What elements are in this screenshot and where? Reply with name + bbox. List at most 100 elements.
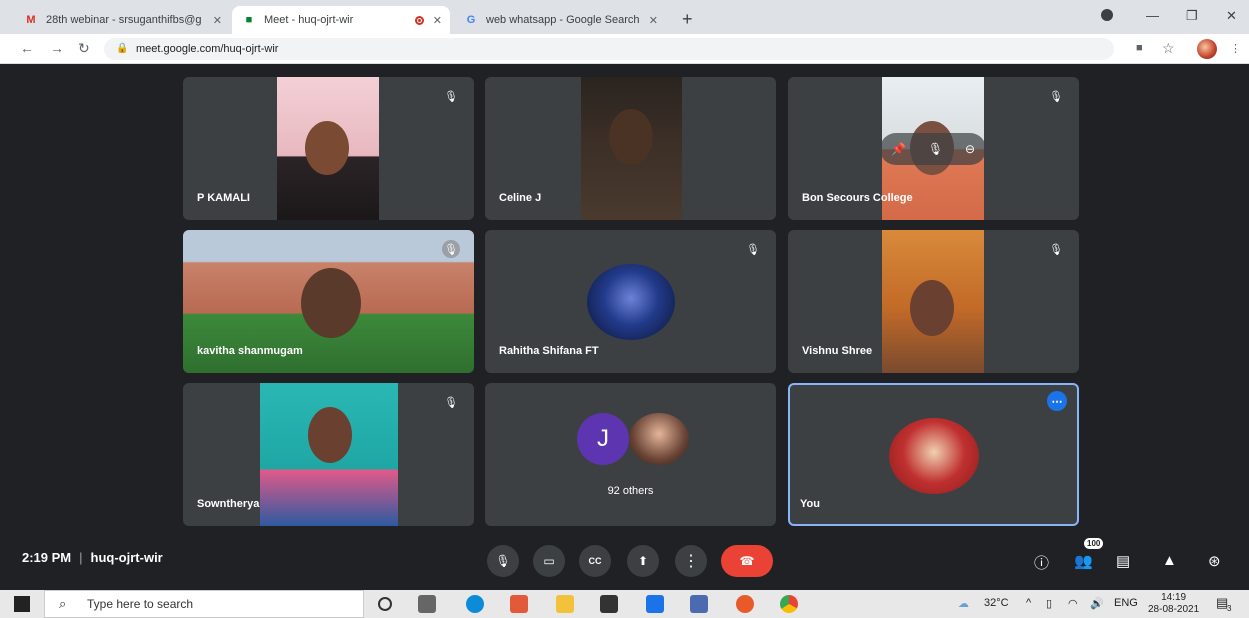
- weather-icon[interactable]: ☁: [958, 597, 969, 610]
- end-call-button[interactable]: ☎: [721, 545, 773, 577]
- mic-off-icon: 🎙: [444, 396, 458, 409]
- temperature[interactable]: 32°C: [984, 597, 1009, 609]
- participant-avatar: [629, 413, 689, 465]
- close-icon[interactable]: ✕: [433, 14, 442, 27]
- meeting-time: 2:19 PM: [22, 550, 72, 565]
- present-icon: ⬆: [637, 554, 649, 568]
- captions-button[interactable]: CC: [579, 545, 611, 577]
- clock-time: 14:19: [1161, 592, 1187, 603]
- tab-meet[interactable]: ■ Meet - huq-ojrt-wir ✕: [232, 6, 450, 34]
- participant-tile[interactable]: 🎙 Rahitha Shifana FT: [485, 230, 776, 373]
- search-placeholder: Type here to search: [87, 597, 194, 611]
- address-bar: ← → ↻ 🔒 meet.google.com/huq-ojrt-wir ■ ☆…: [0, 34, 1249, 64]
- google-icon: G: [466, 14, 476, 26]
- mic-off-icon: 🎙: [444, 90, 458, 103]
- participant-tile[interactable]: 📌 🎙 ⊖ 🎙 Bon Secours College: [788, 77, 1079, 220]
- mic-off-icon: 🎙: [442, 240, 460, 258]
- url-field[interactable]: 🔒 meet.google.com/huq-ojrt-wir: [104, 38, 1114, 60]
- cortana-icon[interactable]: [378, 597, 392, 611]
- camera-icon[interactable]: ■: [1136, 42, 1143, 54]
- browser-tab-bar: M 28th webinar - srsuganthifbs@g ✕ ■ Mee…: [0, 0, 1249, 34]
- camera-button[interactable]: ▭: [533, 545, 565, 577]
- app-icon-2[interactable]: [690, 595, 708, 613]
- self-tile[interactable]: ⋯ You: [788, 383, 1079, 526]
- new-tab-icon[interactable]: +: [682, 9, 693, 30]
- close-icon[interactable]: ✕: [213, 14, 222, 27]
- tab-google-search[interactable]: G web whatsapp - Google Search ✕: [454, 6, 670, 34]
- participant-tile[interactable]: Celine J: [485, 77, 776, 220]
- face-shape: [305, 121, 349, 175]
- face-shape: [308, 407, 352, 463]
- meeting-details-icon[interactable]: ⓘ: [1034, 552, 1049, 573]
- activities-icon[interactable]: ▲: [1162, 552, 1177, 569]
- mail-icon[interactable]: [646, 595, 664, 613]
- participant-count-badge: 100: [1084, 538, 1104, 549]
- url-text: meet.google.com/huq-ojrt-wir: [136, 43, 279, 55]
- profile-avatar[interactable]: [1197, 39, 1217, 59]
- tab-gmail[interactable]: M 28th webinar - srsuganthifbs@g ✕: [14, 6, 230, 34]
- tab-title: 28th webinar - srsuganthifbs@g: [46, 14, 202, 26]
- more-vert-icon: ⋮: [683, 553, 699, 570]
- present-button[interactable]: ⬆: [627, 545, 659, 577]
- face-shape: [609, 109, 653, 165]
- initial-avatar: J: [577, 413, 629, 465]
- clock-date: 28-08-2021: [1148, 604, 1200, 615]
- system-clock[interactable]: 14:19 28-08-2021: [1148, 592, 1199, 616]
- gmail-icon: M: [26, 14, 36, 26]
- close-icon[interactable]: ✕: [649, 14, 658, 27]
- taskbar-search[interactable]: ⌕ Type here to search: [44, 590, 364, 618]
- participant-tile[interactable]: 🎙 P KAMALI: [183, 77, 474, 220]
- meet-icon: ■: [245, 14, 253, 26]
- chrome-icon[interactable]: [780, 595, 798, 613]
- chevron-up-icon[interactable]: ^: [1026, 597, 1031, 609]
- tab-title: web whatsapp - Google Search: [486, 14, 640, 26]
- host-controls-icon[interactable]: ⊛: [1208, 552, 1221, 570]
- people-icon[interactable]: 👥: [1074, 552, 1093, 570]
- tab-title: Meet - huq-ojrt-wir: [264, 14, 354, 26]
- participant-tile[interactable]: 🎙 Sowntherya: [183, 383, 474, 526]
- remove-icon[interactable]: ⊖: [965, 142, 975, 156]
- forward-icon[interactable]: →: [50, 40, 64, 56]
- windows-taskbar: ⌕ Type here to search ☁ 32°C ^ ▯ ◠ 🔊 ENG…: [0, 590, 1249, 618]
- file-explorer-icon[interactable]: [556, 595, 574, 613]
- windows-start-icon[interactable]: [14, 596, 30, 612]
- volume-icon[interactable]: 🔊: [1090, 597, 1104, 610]
- participant-tile[interactable]: 🎙 Vishnu Shree: [788, 230, 1079, 373]
- meeting-info: 2:19 PM | huq-ojrt-wir: [22, 550, 163, 565]
- participant-tile[interactable]: 🎙 kavitha shanmugam: [183, 230, 474, 373]
- firefox-icon[interactable]: [736, 595, 754, 613]
- more-options-icon[interactable]: ⋯: [1047, 391, 1067, 411]
- task-view-icon[interactable]: [418, 595, 436, 613]
- store-icon[interactable]: [600, 595, 618, 613]
- app-icon[interactable]: [510, 595, 528, 613]
- participant-name: Celine J: [499, 192, 542, 204]
- search-icon: ⌕: [59, 596, 67, 611]
- participant-name: You: [800, 498, 820, 510]
- chat-icon[interactable]: ▤: [1116, 552, 1130, 570]
- self-avatar: [889, 418, 979, 494]
- microphone-button[interactable]: 🎙: [487, 545, 519, 577]
- more-options-button[interactable]: ⋮: [675, 545, 707, 577]
- bookmark-star-icon[interactable]: ☆: [1162, 40, 1175, 57]
- profile-menu-icon[interactable]: [1101, 9, 1113, 21]
- face-shape: [301, 268, 361, 338]
- participant-name: Rahitha Shifana FT: [499, 345, 599, 357]
- restore-icon[interactable]: ❐: [1186, 8, 1198, 24]
- mute-icon[interactable]: 🎙: [928, 142, 943, 156]
- edge-icon[interactable]: [466, 595, 484, 613]
- participant-video: [277, 77, 379, 220]
- meet-tray-icon[interactable]: ▯: [1046, 597, 1052, 610]
- reload-icon[interactable]: ↻: [78, 40, 90, 57]
- pin-icon[interactable]: 📌: [891, 142, 906, 156]
- participant-video: [882, 230, 984, 373]
- language-indicator[interactable]: ENG: [1114, 597, 1138, 609]
- others-tile[interactable]: J 92 others: [485, 383, 776, 526]
- microphone-icon: 🎙: [495, 554, 511, 568]
- participant-name: kavitha shanmugam: [197, 345, 303, 357]
- minimize-icon[interactable]: —: [1146, 8, 1159, 23]
- window-close-icon[interactable]: ✕: [1226, 8, 1237, 24]
- wifi-icon[interactable]: ◠: [1068, 597, 1078, 610]
- menu-icon[interactable]: ⋮: [1230, 42, 1241, 55]
- others-count: 92 others: [607, 485, 654, 497]
- back-icon[interactable]: ←: [20, 40, 34, 56]
